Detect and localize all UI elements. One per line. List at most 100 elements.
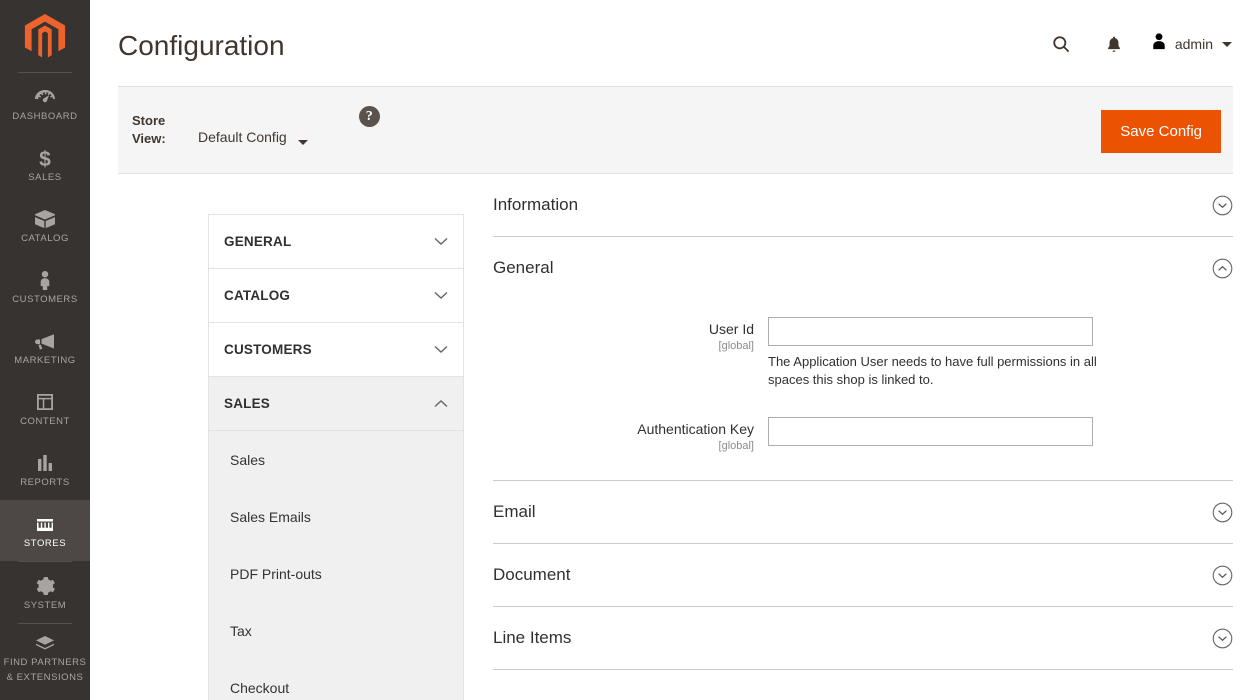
admin-sidebar: Dashboard $ Sales Catalog Customers Mark… [0, 0, 90, 700]
content-section-header[interactable]: Document [493, 544, 1233, 606]
content-section-email: Email [493, 481, 1233, 544]
chevron-up-icon [434, 399, 448, 408]
user-id-input[interactable] [768, 317, 1093, 346]
collapse-chevron-down-icon [1212, 565, 1233, 586]
sidebar-item-system[interactable]: System [0, 562, 90, 623]
field-scope: [global] [493, 340, 754, 352]
megaphone-icon [32, 330, 58, 352]
bell-icon [1106, 35, 1122, 54]
sidebar-item-sales[interactable]: $ Sales [0, 134, 90, 195]
dollar-icon: $ [32, 147, 58, 169]
magento-logo[interactable] [0, 0, 90, 72]
account-name: admin [1175, 36, 1213, 52]
page-title: Configuration [118, 0, 285, 62]
field-input-col: The Application User needs to have full … [768, 317, 1233, 389]
content-section-title: Information [493, 195, 578, 215]
store-view-selected-value: Default Config [198, 129, 287, 145]
field-spacer [493, 395, 1233, 417]
config-nav-item-tax[interactable]: Tax [209, 602, 463, 659]
svg-text:$: $ [39, 148, 51, 169]
header-actions: admin [1036, 0, 1232, 58]
sidebar-item-label: Marketing [14, 355, 75, 366]
extension-icon [32, 632, 58, 654]
content-section-title: Line Items [493, 628, 571, 648]
content-section-header[interactable]: General [493, 237, 1233, 299]
sidebar-item-find-partners-extensions[interactable]: Find Partners & Extensions [0, 624, 90, 692]
page-header: Configuration admin [90, 0, 1260, 86]
user-icon [1150, 32, 1168, 56]
config-nav-section-header[interactable]: Catalog [209, 269, 463, 322]
field-row-user-id: User Id [global] The Application User ne… [493, 317, 1233, 389]
collapse-chevron-down-icon [1212, 502, 1233, 523]
field-label: Authentication Key [493, 421, 754, 438]
sidebar-item-label: Customers [12, 294, 77, 305]
sidebar-item-dashboard[interactable]: Dashboard [0, 73, 90, 134]
sidebar-item-reports[interactable]: Reports [0, 439, 90, 500]
config-nav-section-catalog[interactable]: Catalog [208, 268, 464, 322]
config-nav-section-sales[interactable]: Sales [208, 376, 464, 431]
config-nav-section-header[interactable]: Customers [209, 323, 463, 376]
config-nav-item-pdf-print-outs[interactable]: PDF Print-outs [209, 545, 463, 602]
account-menu[interactable]: admin [1140, 32, 1232, 56]
store-view-select[interactable]: Default Config [198, 129, 308, 147]
config-nav-item-checkout[interactable]: Checkout [209, 659, 463, 700]
config-nav: General Catalog [208, 174, 464, 700]
config-nav-section-label: Customers [224, 342, 312, 357]
config-content: Information General [464, 174, 1260, 700]
sidebar-item-label: System [24, 600, 66, 611]
content-section-title: Document [493, 565, 570, 585]
help-button[interactable]: ? [359, 106, 380, 127]
layout-icon [32, 391, 58, 413]
search-icon [1052, 35, 1071, 54]
sidebar-item-label: Dashboard [12, 111, 77, 122]
chevron-down-icon [434, 291, 448, 300]
config-nav-item-sales[interactable]: Sales [209, 431, 463, 488]
content-section-line-items: Line Items [493, 607, 1233, 670]
sidebar-item-catalog[interactable]: Catalog [0, 195, 90, 256]
sidebar-item-label-line2: & Extensions [7, 672, 84, 684]
box-icon [32, 208, 58, 230]
sidebar-item-customers[interactable]: Customers [0, 256, 90, 317]
content-section-header[interactable]: Email [493, 481, 1233, 543]
config-nav-section-header[interactable]: General [209, 215, 463, 268]
field-input-col [768, 417, 1233, 452]
save-config-button[interactable]: Save Config [1101, 110, 1221, 153]
magento-logo-icon [24, 14, 66, 58]
field-row-authentication-key: Authentication Key [global] [493, 417, 1233, 452]
field-note: The Application User needs to have full … [768, 353, 1098, 389]
page-body: General Catalog [90, 174, 1260, 700]
collapse-chevron-down-icon [1212, 628, 1233, 649]
sidebar-item-label: Stores [24, 538, 66, 549]
sidebar-item-content[interactable]: Content [0, 378, 90, 439]
sidebar-item-marketing[interactable]: Marketing [0, 317, 90, 378]
content-section-header[interactable]: Line Items [493, 607, 1233, 669]
config-nav-section-general[interactable]: General [208, 214, 464, 268]
person-icon [32, 269, 58, 291]
sidebar-item-stores[interactable]: Stores [0, 500, 90, 561]
search-button[interactable] [1036, 30, 1088, 58]
content-section-title: General [493, 258, 553, 278]
sidebar-item-label: Sales [28, 172, 61, 183]
content-section-body: User Id [global] The Application User ne… [493, 299, 1233, 480]
page-region: Configuration admin [90, 0, 1260, 700]
config-nav-section-label: Catalog [224, 288, 290, 303]
config-nav-item-sales-emails[interactable]: Sales Emails [209, 488, 463, 545]
admin-page: Dashboard $ Sales Catalog Customers Mark… [0, 0, 1260, 700]
chevron-down-icon [434, 237, 448, 246]
config-nav-section-header[interactable]: Sales [209, 377, 463, 430]
collapse-chevron-down-icon [1212, 195, 1233, 216]
authentication-key-input[interactable] [768, 417, 1093, 446]
store-view-label-line2: View: [132, 131, 166, 146]
config-nav-section-customers[interactable]: Customers [208, 322, 464, 376]
chevron-down-icon [1222, 42, 1232, 47]
notifications-button[interactable] [1088, 30, 1140, 58]
content-section-general: General User Id [global] [493, 237, 1233, 481]
collapse-chevron-up-icon [1212, 258, 1233, 279]
config-nav-subitems: Sales Sales Emails PDF Print-outs Tax Ch… [208, 431, 464, 700]
content-section-title: Email [493, 502, 536, 522]
sidebar-item-label: Reports [20, 477, 70, 488]
content-section-document: Document [493, 544, 1233, 607]
content-section-header[interactable]: Information [493, 174, 1233, 236]
storefront-icon [32, 513, 58, 535]
config-nav-section-label: Sales [224, 396, 270, 411]
